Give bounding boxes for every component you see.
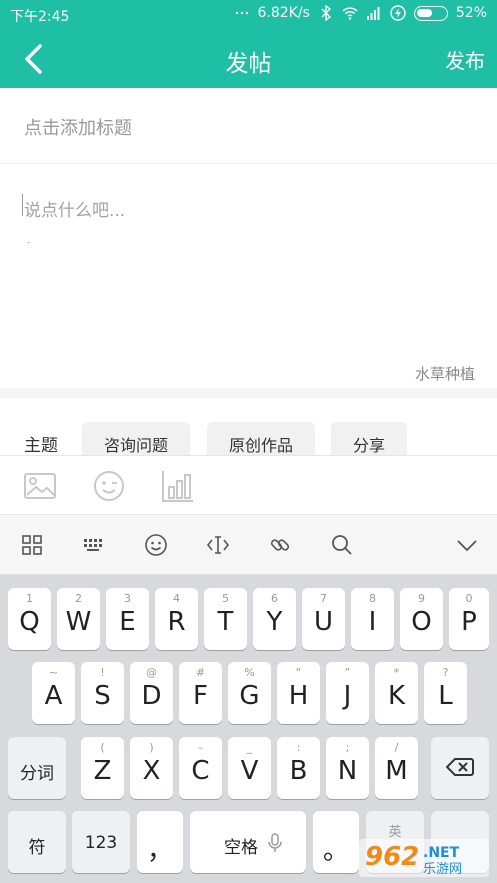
- alarm-icon: [235, 11, 248, 15]
- key-m[interactable]: / M: [375, 737, 418, 799]
- fenci-key[interactable]: 分词: [8, 737, 66, 799]
- battery-icon: [413, 5, 448, 21]
- svg-text:乐游网: 乐游网: [423, 862, 462, 877]
- svg-text:.NET: .NET: [423, 845, 460, 861]
- key-o[interactable]: 9O: [400, 588, 443, 650]
- title-placeholder: 点击添加标题: [24, 118, 132, 139]
- key-z[interactable]: (Z: [81, 737, 124, 799]
- key-g[interactable]: % G: [228, 662, 271, 724]
- key-f[interactable]: # F: [179, 662, 222, 724]
- search-icon[interactable]: [330, 533, 354, 557]
- charging-icon: [390, 5, 406, 21]
- link-icon[interactable]: [268, 533, 292, 557]
- key-x[interactable]: ) X: [130, 737, 173, 799]
- watermark-logo: 962 .NET 乐游网: [359, 839, 489, 877]
- emoji-icon[interactable]: [92, 469, 126, 503]
- key-e[interactable]: 3E: [106, 588, 149, 650]
- text-cursor: [22, 194, 23, 216]
- status-bar: 下午2:45 6.82K/s 52%: [0, 0, 497, 30]
- bluetooth-icon: [321, 5, 331, 21]
- microphone-icon: [268, 833, 282, 852]
- key-j[interactable]: ” J: [326, 662, 369, 724]
- cursor-move-icon[interactable]: [206, 533, 230, 557]
- key-w[interactable]: 2W: [57, 588, 100, 650]
- signal-icon: [366, 7, 380, 20]
- number-key[interactable]: 123: [72, 811, 130, 873]
- key-v[interactable]: _ V: [228, 737, 271, 799]
- top-bar: 下午2:45 6.82K/s 52% 发帖 发布: [0, 0, 497, 88]
- wifi-icon: [342, 7, 358, 20]
- key-y[interactable]: 6Y: [253, 588, 296, 650]
- key-p[interactable]: 0P: [449, 588, 489, 650]
- space-key[interactable]: 空格: [190, 811, 306, 873]
- title-input[interactable]: 点击添加标题: [0, 88, 497, 164]
- emoji-keyboard-icon[interactable]: [144, 533, 168, 557]
- page-title: 发帖: [225, 51, 272, 77]
- svg-text:962: 962: [365, 842, 419, 872]
- key-d[interactable]: @ D: [130, 662, 173, 724]
- status-time: 下午2:45: [10, 9, 70, 25]
- key-n[interactable]: ; N: [326, 737, 369, 799]
- key-q[interactable]: 1Q: [8, 588, 51, 650]
- chevron-down-icon[interactable]: [455, 533, 479, 557]
- image-icon[interactable]: [23, 469, 57, 503]
- symbol-key[interactable]: 符: [8, 811, 66, 873]
- key-h[interactable]: “H: [277, 662, 320, 724]
- publish-button[interactable]: 发布: [445, 45, 485, 74]
- keyboard-layout-icon[interactable]: [82, 533, 106, 557]
- attachment-toolbar: [0, 455, 497, 515]
- key-u[interactable]: 7U: [302, 588, 345, 650]
- period-key[interactable]: 。: [313, 811, 359, 873]
- backspace-icon: [446, 758, 474, 776]
- key-i[interactable]: 8I: [351, 588, 394, 650]
- status-right: 6.82K/s 52%: [234, 5, 487, 21]
- key-l[interactable]: ? L: [424, 662, 467, 724]
- key-b[interactable]: :B: [277, 737, 320, 799]
- topic-label: 主题: [24, 436, 58, 455]
- battery-percent: 52%: [455, 5, 487, 21]
- forum-name[interactable]: 水草种植: [415, 363, 475, 384]
- topic-chip-original[interactable]: 原创作品: [207, 422, 316, 455]
- key-a[interactable]: ~ A: [32, 662, 75, 724]
- grid-menu-icon[interactable]: [20, 533, 44, 557]
- content-input[interactable]: 说点什么吧... 水草种植: [0, 164, 497, 388]
- topic-chip-share[interactable]: 分享: [331, 422, 408, 455]
- key-s[interactable]: ! S: [81, 662, 124, 724]
- section-divider: [0, 388, 497, 398]
- backspace-key[interactable]: [431, 737, 489, 799]
- content-placeholder: 说点什么吧...: [24, 201, 126, 221]
- topic-chip-question[interactable]: 咨询问题: [82, 422, 191, 455]
- key-k[interactable]: * K: [375, 662, 418, 724]
- topic-selector: 主题 咨询问题 原创作品 分享: [0, 398, 497, 455]
- keyboard-toolbar: [0, 515, 497, 575]
- header: 发帖 发布: [0, 30, 497, 88]
- soft-keyboard: 1Q 2W 3E 4R 5T 6Y 7U 8I 9O 0P ~ A ! S @ D #…: [0, 575, 497, 883]
- chart-icon[interactable]: [161, 469, 195, 503]
- stray-dot: [28, 242, 29, 243]
- key-t[interactable]: 5T: [204, 588, 247, 650]
- key-r[interactable]: 4R: [155, 588, 198, 650]
- network-speed: 6.82K/s: [257, 5, 310, 21]
- key-c[interactable]: – C: [179, 737, 222, 799]
